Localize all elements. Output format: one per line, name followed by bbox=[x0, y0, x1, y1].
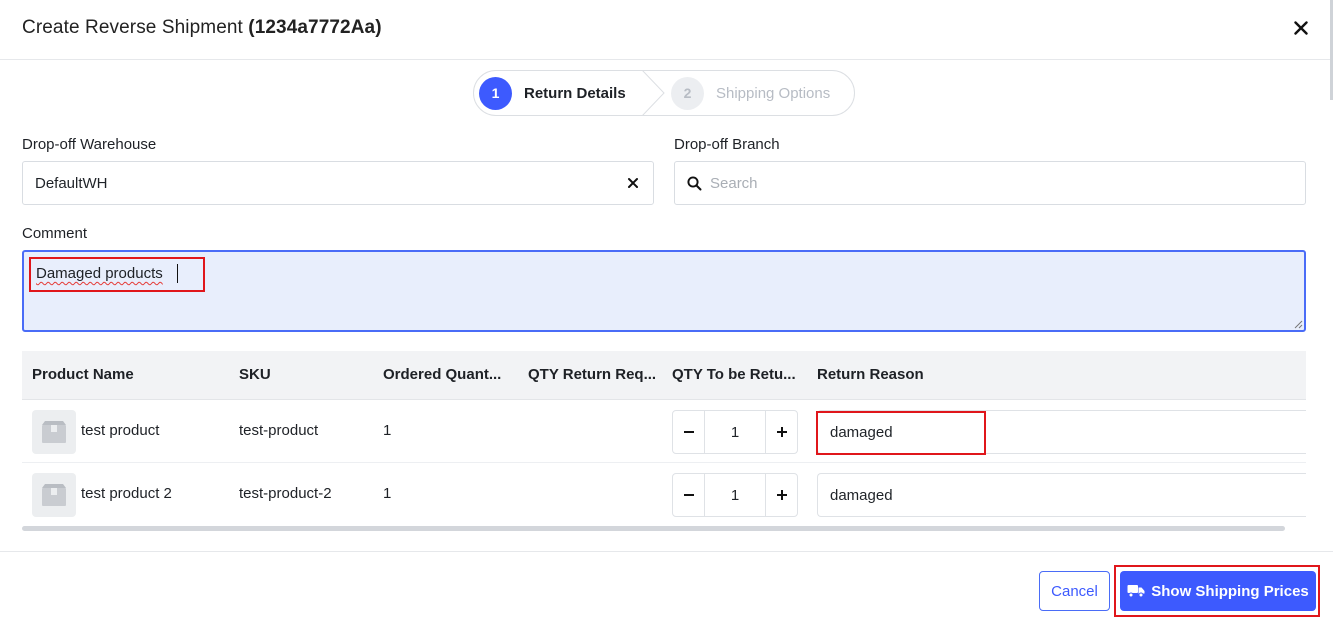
column-qty-to-be-returned: QTY To be Retu... bbox=[672, 366, 796, 383]
warehouse-select[interactable]: DefaultWH bbox=[22, 161, 654, 205]
increment-button[interactable] bbox=[765, 474, 797, 516]
product-sku: test-product-2 bbox=[239, 485, 332, 502]
return-reason-input[interactable]: damaged bbox=[817, 410, 1306, 454]
comment-label: Comment bbox=[22, 225, 88, 242]
warehouse-label: Drop-off Warehouse bbox=[22, 136, 157, 153]
branch-placeholder: Search bbox=[710, 174, 758, 192]
table-header: Product Name SKU Ordered Quant... QTY Re… bbox=[22, 351, 1306, 400]
product-placeholder-icon bbox=[42, 484, 66, 506]
product-name: test product bbox=[81, 422, 160, 439]
column-return-reason: Return Reason bbox=[817, 366, 924, 383]
clear-icon[interactable] bbox=[625, 175, 641, 191]
product-placeholder-icon bbox=[42, 421, 66, 443]
decrement-button[interactable] bbox=[673, 411, 705, 453]
wizard-stepper: 1 Return Details 2 Shipping Options bbox=[473, 70, 855, 116]
comment-textarea[interactable]: Damaged products bbox=[22, 250, 1306, 332]
title-text: Create Reverse Shipment bbox=[22, 17, 243, 38]
show-shipping-prices-button[interactable]: Show Shipping Prices bbox=[1120, 571, 1316, 611]
close-icon bbox=[1294, 21, 1308, 35]
return-reason-value: damaged bbox=[830, 486, 893, 504]
minus-icon bbox=[683, 431, 694, 433]
product-name: test product 2 bbox=[81, 485, 172, 502]
close-button[interactable] bbox=[1289, 16, 1313, 40]
step-separator-icon bbox=[642, 71, 665, 115]
branch-label: Drop-off Branch bbox=[674, 136, 780, 153]
column-qty-return-requested: QTY Return Req... bbox=[528, 366, 657, 383]
resize-grip-icon[interactable] bbox=[1293, 319, 1303, 329]
plus-icon bbox=[776, 427, 787, 437]
step-label: Shipping Options bbox=[716, 84, 831, 102]
column-sku: SKU bbox=[239, 366, 271, 383]
text-caret bbox=[177, 264, 178, 283]
minus-icon bbox=[683, 494, 694, 496]
table-row: test product 2 test-product-2 1 1 damage… bbox=[22, 463, 1306, 526]
modal-header: Create Reverse Shipment (1234a7772Aa) bbox=[0, 0, 1333, 60]
search-icon bbox=[687, 175, 702, 190]
ordered-quantity: 1 bbox=[383, 485, 392, 502]
quantity-stepper: 1 bbox=[672, 410, 798, 454]
decrement-button[interactable] bbox=[673, 474, 705, 516]
product-sku: test-product bbox=[239, 422, 319, 439]
product-thumbnail bbox=[32, 410, 76, 454]
comment-value: Damaged products bbox=[36, 265, 163, 282]
product-thumbnail bbox=[32, 473, 76, 517]
show-shipping-prices-label: Show Shipping Prices bbox=[1151, 582, 1309, 600]
quantity-value[interactable]: 1 bbox=[705, 411, 765, 453]
return-reason-value: damaged bbox=[830, 423, 893, 441]
shipment-id: (1234a7772Aa) bbox=[248, 17, 382, 38]
cancel-button[interactable]: Cancel bbox=[1039, 571, 1110, 611]
step-number: 1 bbox=[479, 76, 512, 110]
quantity-stepper: 1 bbox=[672, 473, 798, 517]
step-label: Return Details bbox=[524, 84, 626, 102]
column-ordered-quantity: Ordered Quant... bbox=[383, 366, 502, 383]
return-reason-input[interactable]: damaged bbox=[817, 473, 1306, 517]
truck-icon bbox=[1127, 585, 1145, 598]
plus-icon bbox=[776, 490, 787, 500]
branch-search-input[interactable]: Search bbox=[674, 161, 1306, 205]
increment-button[interactable] bbox=[765, 411, 797, 453]
table-row: test product test-product 1 1 damaged bbox=[22, 400, 1306, 463]
step-shipping-options[interactable]: 2 Shipping Options bbox=[671, 71, 830, 115]
step-number: 2 bbox=[671, 76, 704, 110]
table-horizontal-scrollbar[interactable] bbox=[22, 526, 1285, 531]
warehouse-value: DefaultWH bbox=[35, 174, 108, 192]
column-product-name: Product Name bbox=[32, 366, 134, 383]
ordered-quantity: 1 bbox=[383, 422, 392, 439]
modal-title: Create Reverse Shipment (1234a7772Aa) bbox=[22, 17, 382, 39]
step-return-details[interactable]: 1 Return Details bbox=[474, 71, 646, 115]
quantity-value[interactable]: 1 bbox=[705, 474, 765, 516]
